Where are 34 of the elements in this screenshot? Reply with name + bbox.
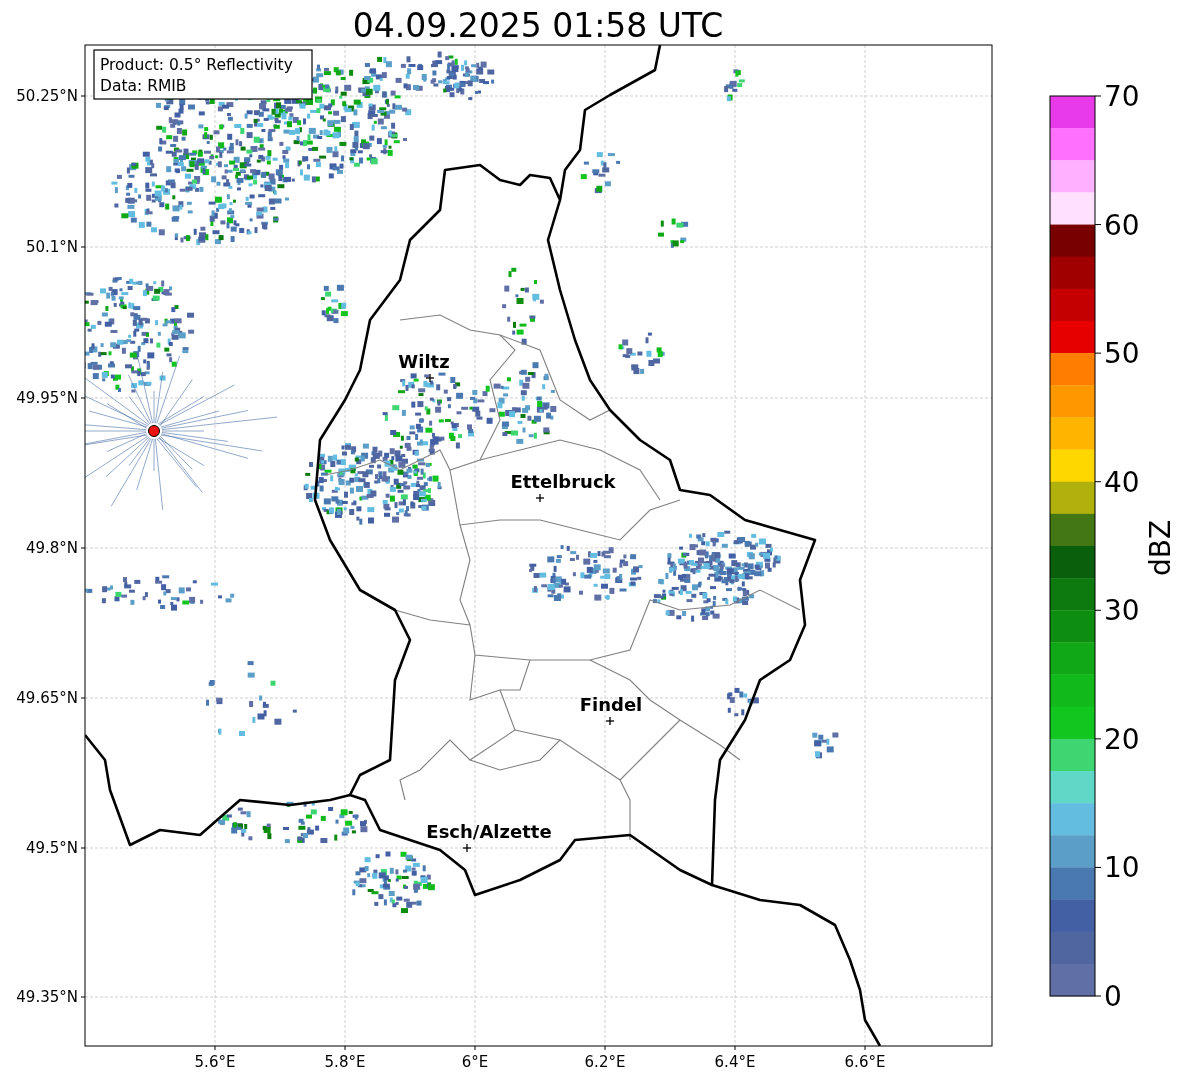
colorbar-tick-label: 70 (1104, 80, 1140, 113)
latitude-label: 49.5°N (25, 839, 78, 857)
colorbar-tick-label: 10 (1104, 851, 1140, 885)
latitude-label: 49.8°N (25, 539, 78, 557)
radar-site-marker (148, 425, 160, 437)
colorbar-tick-label: 40 (1104, 465, 1140, 499)
colorbar-tick-label: 50 (1104, 337, 1140, 371)
legend-text: Data: RMIB (100, 77, 187, 95)
city-label: Wiltz (398, 351, 450, 372)
city-marker-icon (425, 373, 435, 383)
chart-title: 04.09.2025 01:58 UTC (352, 6, 724, 45)
longitude-label: 6°E (461, 1053, 489, 1071)
longitude-label: 5.6°E (194, 1053, 236, 1071)
city-label: Ettelbruck (510, 471, 616, 492)
latitude-label: 50.25°N (16, 87, 78, 105)
city-marker-icon (535, 493, 545, 503)
colorbar-tick-label: 20 (1104, 722, 1140, 756)
colorbar-tick-label: 0 (1104, 980, 1122, 1013)
latitude-label: 49.35°N (16, 988, 78, 1006)
latitude-label: 49.65°N (16, 689, 78, 707)
longitude-label: 6.4°E (714, 1053, 756, 1071)
city-label: Esch/Alzette (426, 821, 552, 842)
colorbar-tick-label: 60 (1104, 208, 1140, 242)
city-marker-icon (605, 716, 615, 726)
longitude-label: 5.8°E (324, 1053, 366, 1071)
city-marker-icon (462, 843, 472, 853)
longitude-label: 6.2°E (584, 1053, 626, 1071)
colorbar-tick-label: 30 (1104, 594, 1140, 628)
longitude-label: 6.6°E (844, 1053, 886, 1071)
colorbar-label: dBZ (1144, 519, 1177, 577)
legend-text: Product: 0.5° Reflectivity (100, 56, 293, 74)
latitude-label: 50.1°N (25, 238, 78, 256)
city-label: Findel (579, 694, 643, 715)
latitude-label: 49.95°N (16, 389, 78, 407)
